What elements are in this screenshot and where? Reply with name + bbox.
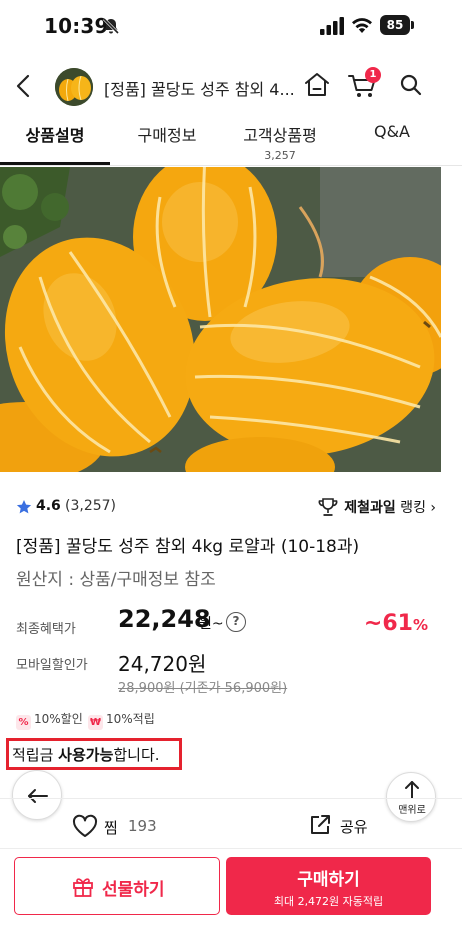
chip-label: 10%할인 <box>34 712 83 726</box>
buy-button[interactable]: 구매하기 최대 2,472원 자동적립 <box>226 857 431 915</box>
tab-qna[interactable]: Q&A <box>340 116 444 166</box>
product-origin: 원산지 : 상품/구매정보 참조 <box>16 570 216 590</box>
tab-reviews[interactable]: 고객상품평 3,257 <box>224 116 336 166</box>
tab-label: 구매정보 <box>137 126 197 145</box>
cart-badge: 1 <box>365 67 381 83</box>
bottom-action-bar: 선물하기 구매하기 최대 2,472원 자동적립 <box>0 848 462 943</box>
header-title: [정품] 꿀당도 성주 참외 4... <box>104 80 295 99</box>
heart-icon <box>72 814 98 837</box>
status-time: 10:39 <box>44 14 109 38</box>
floating-back-button[interactable] <box>12 770 62 820</box>
divider <box>0 798 462 799</box>
scroll-to-top-label: 맨위로 <box>398 805 426 816</box>
signal-icon <box>320 17 344 35</box>
product-image <box>0 167 441 472</box>
share-icon <box>311 815 330 834</box>
status-bar: 10:39 85 <box>0 0 462 52</box>
buy-button-label: 구매하기 <box>297 870 360 890</box>
points-suffix: 합니다. <box>113 746 160 764</box>
rating-count[interactable]: (3,257) <box>65 498 116 514</box>
discount-rate: ~61% <box>364 611 428 636</box>
won-icon: ₩ <box>88 715 103 730</box>
category-ranking-link[interactable]: 제철과일 랭킹 › <box>318 497 436 519</box>
rating-row: 4.6 (3,257) 제철과일 랭킹 › <box>16 497 436 519</box>
points-usable-text: 적립금 사용가능합니다. <box>12 744 160 765</box>
mobile-price-label: 모바일할인가 <box>16 658 88 673</box>
product-title: [정품] 꿀당도 성주 참외 4kg 로얄과 (10-18과) <box>16 537 360 557</box>
tab-purchase-info[interactable]: 구매정보 <box>112 116 222 166</box>
tab-label: 고객상품평 <box>243 126 317 145</box>
arrow-left-icon <box>28 789 48 803</box>
bell-off-icon <box>102 17 120 35</box>
tab-description[interactable]: 상품설명 <box>0 116 110 166</box>
points-usable: 사용가능 <box>58 746 114 764</box>
points-chip: ₩10%적립 <box>88 710 155 730</box>
gift-icon <box>73 878 93 897</box>
percent-icon: % <box>16 715 31 730</box>
search-icon[interactable] <box>398 72 424 98</box>
final-price-label: 최종혜택가 <box>16 622 76 637</box>
mobile-price: 24,720원 <box>118 652 207 676</box>
wishlist-count: 193 <box>128 817 157 835</box>
product-thumbnail <box>55 68 93 106</box>
scroll-to-top-button[interactable]: 맨위로 <box>386 772 436 822</box>
battery-icon: 85 <box>380 15 410 35</box>
home-icon[interactable] <box>302 70 332 100</box>
ranking-label: 랭킹 › <box>395 500 436 516</box>
final-price: 22,248 <box>118 605 211 633</box>
share-label: 공유 <box>340 818 368 836</box>
gift-button[interactable]: 선물하기 <box>14 857 220 915</box>
trophy-icon <box>318 498 338 516</box>
discount-chip: % 10%할인 <box>16 710 83 730</box>
tab-label: 상품설명 <box>25 126 85 145</box>
tab-bar: 상품설명 구매정보 고객상품평 3,257 Q&A <box>0 116 462 166</box>
tab-label: Q&A <box>373 122 410 141</box>
back-icon[interactable] <box>10 70 38 102</box>
final-price-suffix: 원~ <box>199 616 224 632</box>
wifi-icon <box>352 18 372 33</box>
points-prefix: 적립금 <box>12 746 59 764</box>
rating-value: 4.6 <box>36 498 61 514</box>
gift-button-label: 선물하기 <box>102 880 165 900</box>
discount-value: ~61 <box>363 611 413 636</box>
discount-unit: % <box>412 616 428 634</box>
header: [정품] 꿀당도 성주 참외 4... 1 <box>0 58 462 114</box>
tab-review-count: 3,257 <box>264 149 296 162</box>
battery-tip <box>411 21 414 29</box>
buy-button-subtext: 최대 2,472원 자동적립 <box>273 895 384 908</box>
tab-active-indicator <box>0 162 110 165</box>
original-price: 28,900원 (기존가 56,900원) <box>118 681 288 696</box>
ranking-category: 제철과일 <box>344 500 396 516</box>
help-icon[interactable]: ? <box>226 612 246 632</box>
star-icon <box>16 500 32 514</box>
wishlist-label: 찜 <box>104 819 118 837</box>
chip-label: 10%적립 <box>106 712 155 726</box>
